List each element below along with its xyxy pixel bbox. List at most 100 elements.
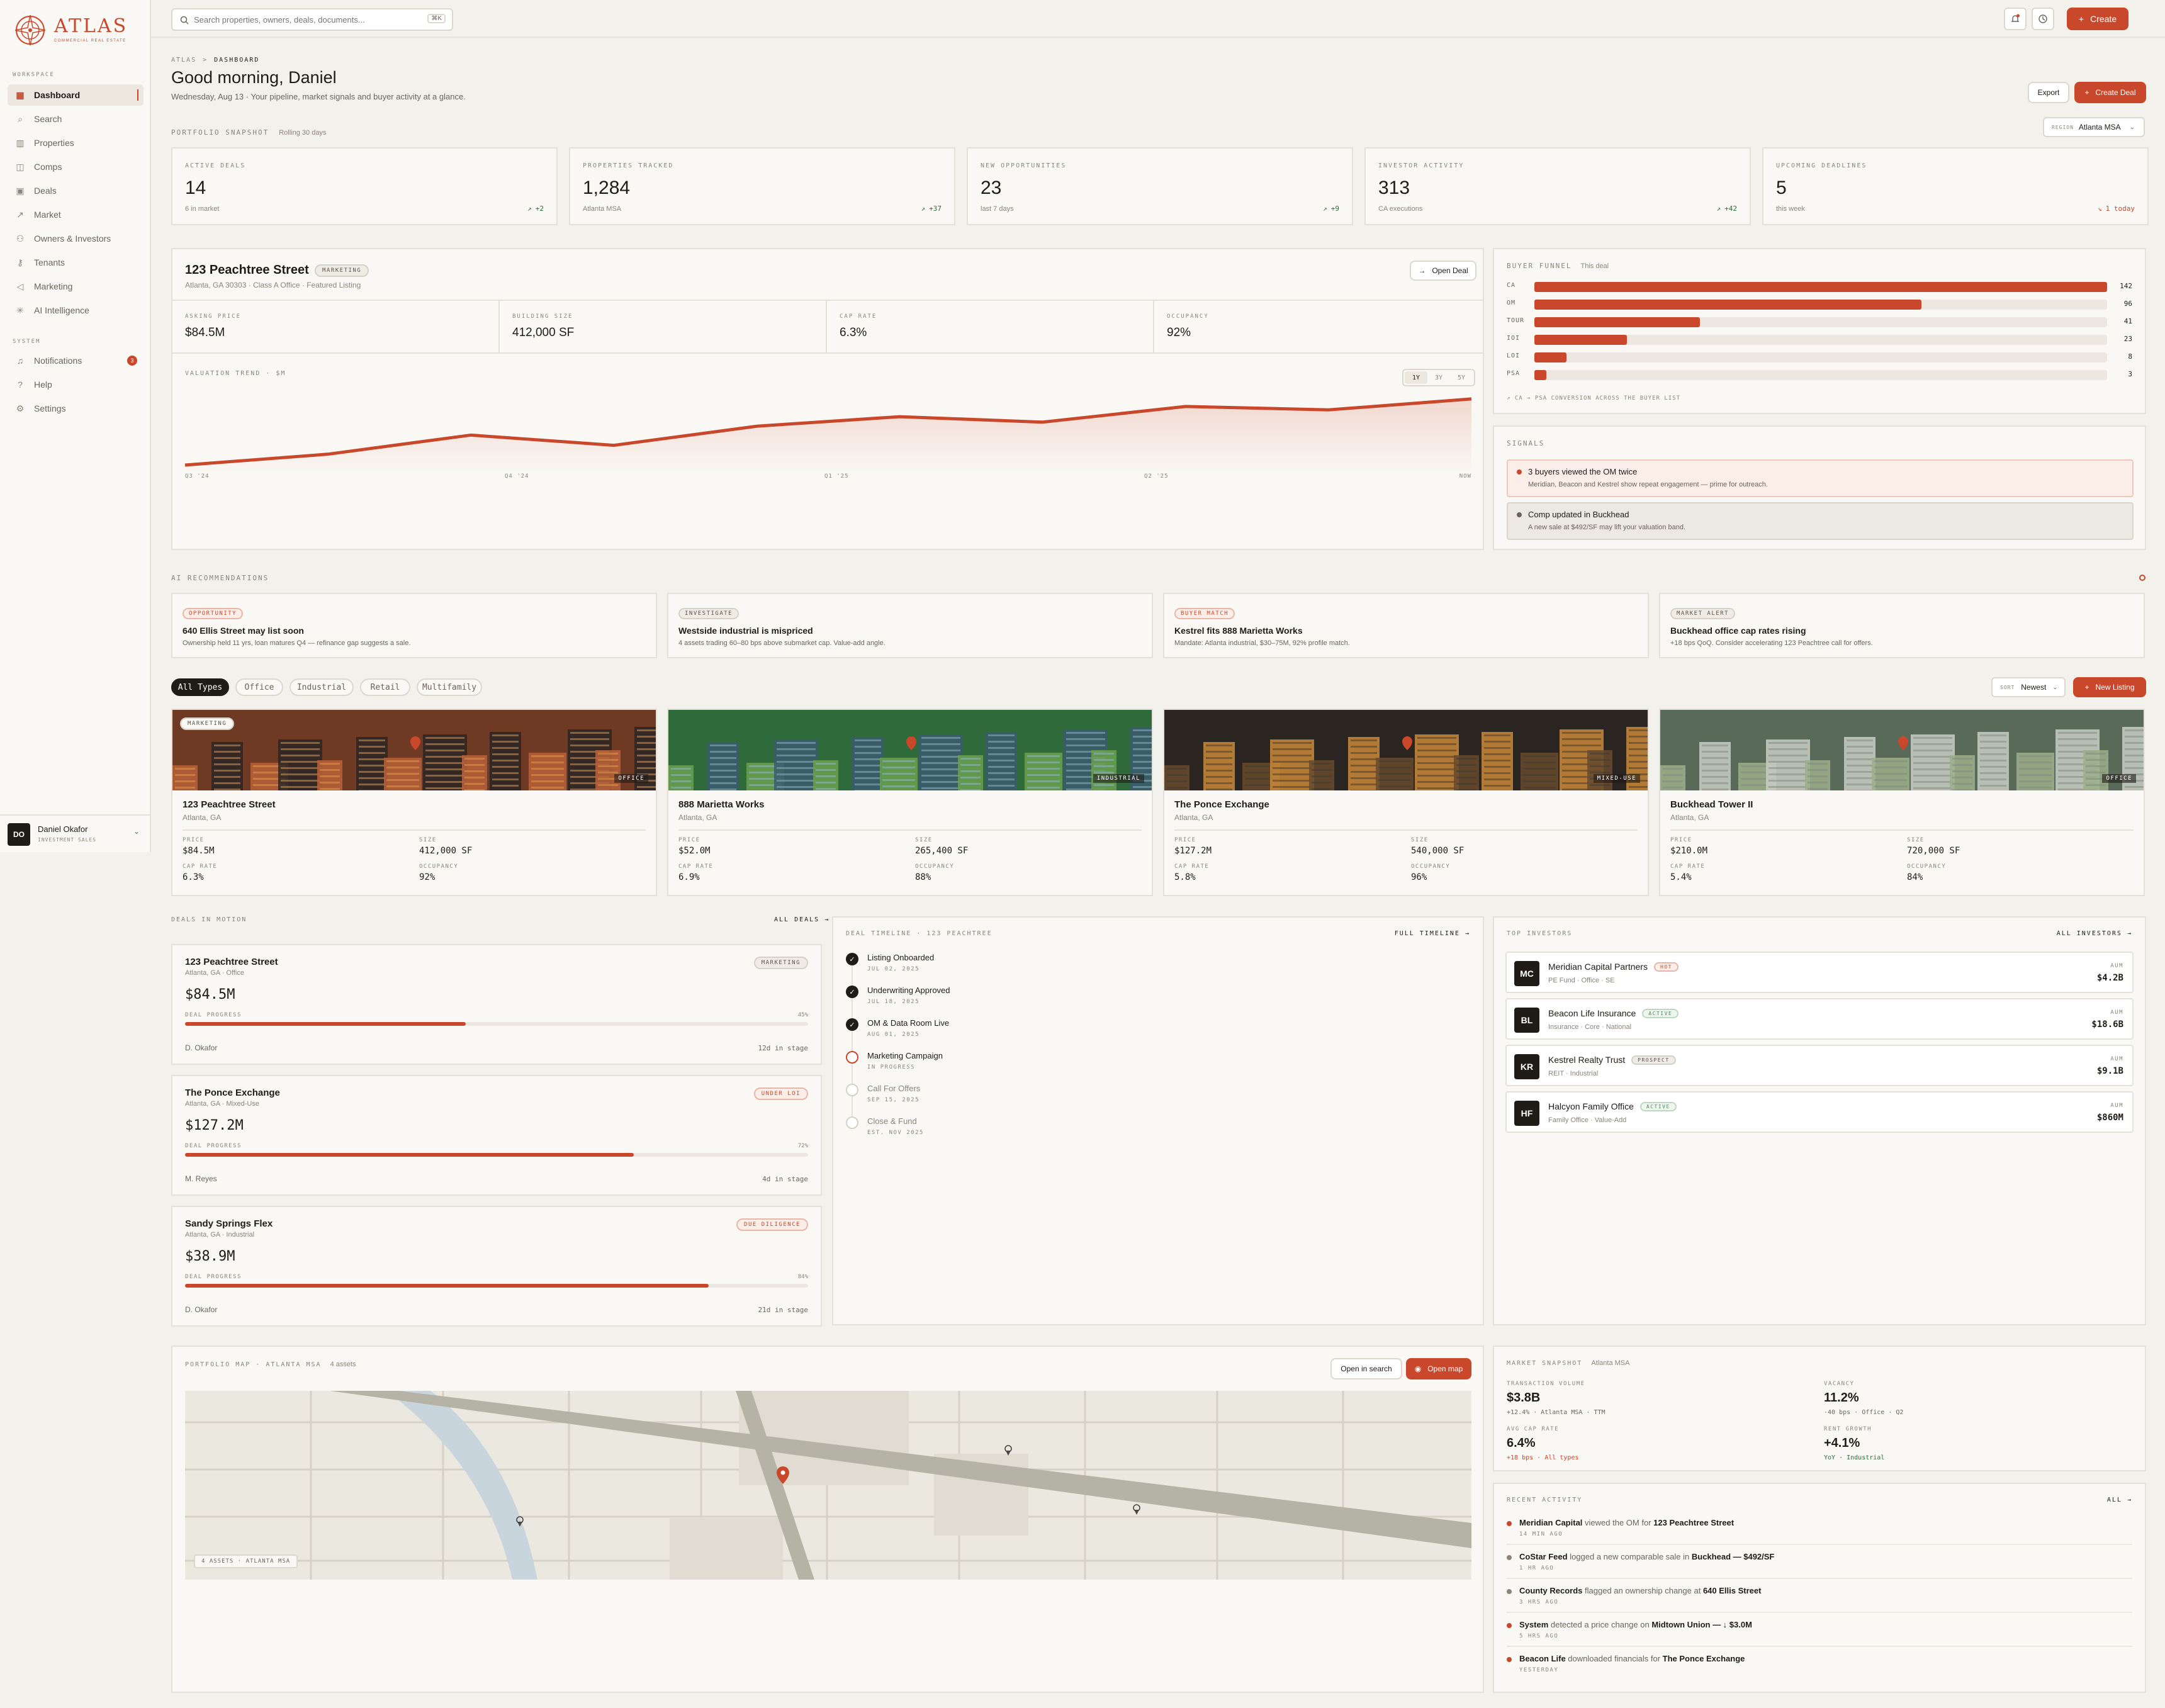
- sidebar-item-marketing[interactable]: ◁ Marketing: [8, 276, 143, 297]
- activity-target[interactable]: Buckhead — $492/SF: [1692, 1552, 1775, 1561]
- ai-recommendation-card[interactable]: OPPORTUNITY 640 Ellis Street may list soo…: [171, 593, 657, 658]
- ai-recommendation-card[interactable]: MARKET ALERT Buckhead office cap rates ri…: [1659, 593, 2145, 658]
- deal-card[interactable]: The Ponce Exchange Atlanta, GA · Mixed-Us…: [171, 1075, 822, 1196]
- listing-card[interactable]: INDUSTRIAL 888 Marietta Works Atlanta, GA P…: [667, 709, 1153, 896]
- sidebar-item-deals[interactable]: ▣ Deals: [8, 180, 143, 201]
- listing-location: Atlanta, GA: [183, 813, 222, 822]
- investor-row[interactable]: HF Halcyon Family Office ACTIVE Family Offi…: [1505, 1091, 2134, 1133]
- create-deal-button[interactable]: + Create Deal: [2074, 82, 2146, 103]
- funnel-row[interactable]: PSA 3: [1507, 369, 2132, 381]
- sidebar-item-market[interactable]: ↗ Market: [8, 204, 143, 225]
- create-button[interactable]: + Create: [2067, 8, 2128, 30]
- signal-item[interactable]: 3 buyers viewed the OM twice Meridian, B…: [1507, 459, 2134, 497]
- funnel-value: 142: [2120, 282, 2132, 290]
- range-3y[interactable]: 3Y: [1427, 371, 1450, 384]
- region-select[interactable]: REGION Atlanta MSA ⌄: [2043, 117, 2145, 137]
- listing-card[interactable]: MARKETING OFFICE 123 Peachtree Street Atlan…: [171, 709, 657, 896]
- open-map-button[interactable]: ◉ Open map: [1406, 1358, 1471, 1379]
- investor-row[interactable]: BL Beacon Life Insurance ACTIVE Insurance ·…: [1505, 998, 2134, 1040]
- filter-chip-office[interactable]: Office: [235, 678, 283, 696]
- export-button[interactable]: Export: [2028, 82, 2069, 103]
- listing-card[interactable]: OFFICE Buckhead Tower II Atlanta, GA PRICE $…: [1659, 709, 2145, 896]
- sidebar-item-dashboard[interactable]: ▦ Dashboard: [8, 84, 143, 106]
- ai-recommendation-card[interactable]: INVESTIGATE Westside industrial is mispri…: [667, 593, 1153, 658]
- activity-target[interactable]: Midtown Union — ↓ $3.0M: [1651, 1620, 1752, 1629]
- open-deal-button[interactable]: → Open Deal: [1410, 261, 1476, 281]
- deal-card[interactable]: 123 Peachtree Street Atlanta, GA · Office…: [171, 944, 822, 1065]
- filter-chip-industrial[interactable]: Industrial: [290, 678, 354, 696]
- timeline-step[interactable]: ✓ OM & Data Room Live AUG 01, 2025: [846, 1018, 949, 1038]
- kpi-card[interactable]: ACTIVE DEALS 14 6 in market ↗ +2: [171, 147, 558, 225]
- sidebar-item-tenants[interactable]: ⚷ Tenants: [8, 252, 143, 273]
- listing-card[interactable]: MIXED-USE The Ponce Exchange Atlanta, GA PR…: [1163, 709, 1649, 896]
- sidebar-item-ai-intelligence[interactable]: ✳ AI Intelligence: [8, 300, 143, 321]
- kpi-card[interactable]: INVESTOR ACTIVITY 313 CA executions ↗ +42: [1364, 147, 1751, 225]
- featured-metric: ASKING PRICE $84.5M: [172, 301, 500, 352]
- timeline-step[interactable]: ✓ Listing Onboarded JUL 02, 2025: [846, 953, 934, 972]
- history-button[interactable]: [2032, 8, 2054, 30]
- search-input[interactable]: [194, 13, 420, 26]
- search-box[interactable]: ⌘K: [171, 8, 453, 31]
- activity-actor[interactable]: Beacon Life: [1519, 1654, 1566, 1663]
- notifications-button[interactable]: [2004, 8, 2027, 30]
- map-canvas[interactable]: [185, 1391, 1471, 1580]
- timeline-step[interactable]: Marketing Campaign IN PROGRESS: [846, 1051, 943, 1070]
- sidebar-item-properties[interactable]: ▥ Properties: [8, 132, 143, 154]
- breadcrumb-root[interactable]: ATLAS: [171, 57, 196, 64]
- sidebar-item-label: Marketing: [34, 281, 73, 291]
- activity-actor[interactable]: County Records: [1519, 1586, 1582, 1595]
- timeline-step[interactable]: ✓ Underwriting Approved JUL 18, 2025: [846, 986, 950, 1005]
- activity-target[interactable]: 640 Ellis Street: [1703, 1586, 1762, 1595]
- sidebar-item-settings[interactable]: ⚙ Settings: [8, 398, 143, 419]
- activity-item[interactable]: Beacon Life downloaded financials for Th…: [1507, 1654, 2132, 1673]
- filter-chip-all-types[interactable]: All Types: [171, 678, 229, 696]
- funnel-row[interactable]: TOUR 41: [1507, 316, 2132, 329]
- activity-item[interactable]: Meridian Capital viewed the OM for 123 P…: [1507, 1518, 2132, 1545]
- sidebar-item-notifications[interactable]: ♫ Notifications 3: [8, 350, 143, 371]
- activity-actor[interactable]: Meridian Capital: [1519, 1518, 1582, 1527]
- filter-chip-retail[interactable]: Retail: [360, 678, 410, 696]
- range-1y[interactable]: 1Y: [1405, 371, 1427, 384]
- funnel-row[interactable]: LOI 8: [1507, 351, 2132, 364]
- all-investors-link[interactable]: ALL INVESTORS →: [2057, 930, 2132, 937]
- signal-item[interactable]: Comp updated in Buckhead A new sale at $…: [1507, 502, 2134, 540]
- deal-card[interactable]: Sandy Springs Flex Atlanta, GA · Industri…: [171, 1206, 822, 1327]
- sort-select[interactable]: SORT Newest ⌄: [1991, 677, 2066, 697]
- full-timeline-link[interactable]: FULL TIMELINE →: [1395, 930, 1470, 937]
- filter-chip-multifamily[interactable]: Multifamily: [417, 678, 482, 696]
- aum-label: AUM: [2110, 963, 2123, 969]
- investor-row[interactable]: KR Kestrel Realty Trust PROSPECT REIT · Ind…: [1505, 1045, 2134, 1086]
- funnel-row[interactable]: CA 142: [1507, 281, 2132, 293]
- activity-actor[interactable]: CoStar Feed: [1519, 1552, 1568, 1561]
- all-activity-link[interactable]: ALL →: [2107, 1497, 2132, 1503]
- kpi-card[interactable]: NEW OPPORTUNITIES 23 last 7 days ↗ +9: [967, 147, 1353, 225]
- investor-row[interactable]: MC Meridian Capital Partners HOT PE Fund · …: [1505, 952, 2134, 993]
- activity-item[interactable]: System detected a price change on Midtow…: [1507, 1620, 2132, 1647]
- user-profile[interactable]: DO Daniel Okafor INVESTMENT SALES ⌄: [0, 814, 150, 852]
- all-deals-link[interactable]: ALL DEALS →: [774, 916, 829, 923]
- activity-actor[interactable]: System: [1519, 1620, 1548, 1629]
- ai-recommendation-card[interactable]: BUYER MATCH Kestrel fits 888 Marietta Wor…: [1163, 593, 1649, 658]
- funnel-row[interactable]: OM 96: [1507, 298, 2132, 311]
- timeline-title: Underwriting Approved: [867, 986, 950, 995]
- activity-item[interactable]: CoStar Feed logged a new comparable sale…: [1507, 1552, 2132, 1579]
- activity-item[interactable]: County Records flagged an ownership chan…: [1507, 1586, 2132, 1613]
- map-label: PORTFOLIO MAP · ATLANTA MSA: [185, 1361, 322, 1368]
- activity-target[interactable]: 123 Peachtree Street: [1653, 1518, 1734, 1527]
- range-5y[interactable]: 5Y: [1450, 371, 1473, 384]
- sidebar-item-comps[interactable]: ◫ Comps: [8, 156, 143, 177]
- sidebar-item-help[interactable]: ? Help: [8, 374, 143, 395]
- activity-target[interactable]: The Ponce Exchange: [1663, 1654, 1745, 1663]
- sidebar-item-owners-investors[interactable]: ⚇ Owners & Investors: [8, 228, 143, 249]
- range-toggle: 1Y 3Y 5Y: [1402, 369, 1475, 386]
- open-in-search-button[interactable]: Open in search: [1330, 1358, 1402, 1379]
- logo[interactable]: ATLAS COMMERCIAL REAL ESTATE: [14, 14, 140, 49]
- chevron-down-icon[interactable]: ⌄: [133, 827, 140, 836]
- sidebar-item-search[interactable]: ⌕ Search: [8, 108, 143, 130]
- timeline-step[interactable]: Call For Offers SEP 15, 2025: [846, 1084, 920, 1103]
- new-listing-button[interactable]: + New Listing: [2073, 677, 2146, 697]
- funnel-row[interactable]: IOI 23: [1507, 334, 2132, 346]
- timeline-step[interactable]: Close & Fund EST. NOV 2025: [846, 1116, 924, 1136]
- kpi-card[interactable]: UPCOMING DEADLINES 5 this week ↘ 1 today: [1762, 147, 2149, 225]
- kpi-card[interactable]: PROPERTIES TRACKED 1,284 Atlanta MSA ↗ +37: [569, 147, 955, 225]
